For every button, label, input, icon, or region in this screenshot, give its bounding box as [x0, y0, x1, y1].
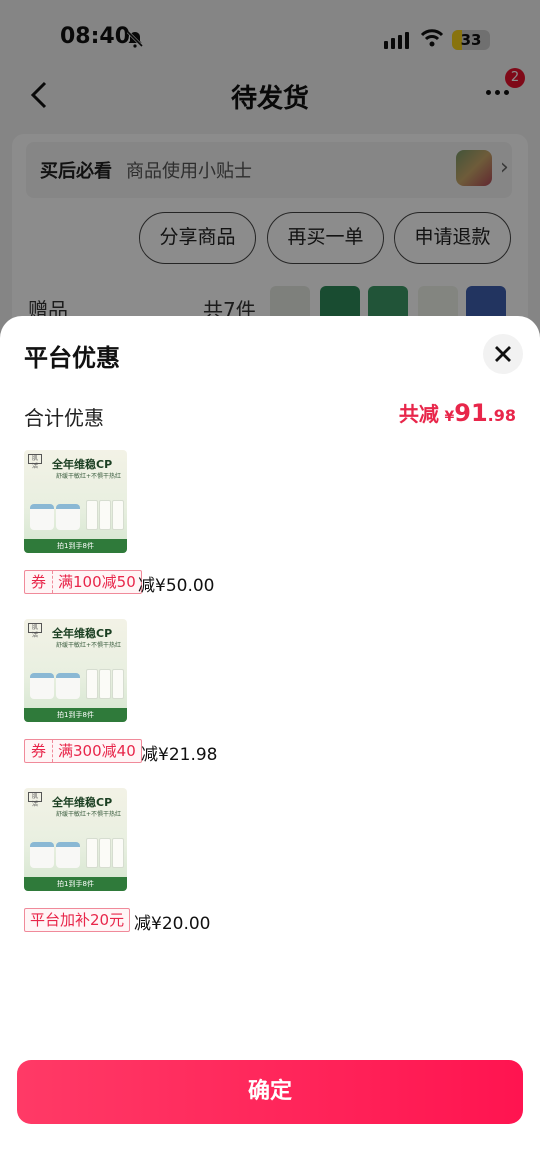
- coupon-tag: 券 满100减50: [24, 570, 142, 594]
- product-headline: 全年维稳CP: [52, 458, 113, 471]
- product-subline: 舒缓干敏红+不惧干热红: [56, 473, 122, 480]
- close-icon: [495, 346, 511, 362]
- discount-sheet: 平台优惠 合计优惠 共减 ¥91.98 肌 活 全年维稳CP 舒缓干敏红+不惧干…: [0, 316, 540, 1173]
- total-integer: 91: [454, 399, 488, 427]
- total-prefix: 共减: [398, 402, 439, 426]
- coupon-rule: 满300减40: [58, 742, 136, 760]
- product-ribbon: 拍1到手8件: [24, 708, 127, 722]
- coupon-type: 券: [25, 740, 54, 762]
- product-image[interactable]: 肌 活 全年维稳CP 舒缓干敏红+不惧干热红 拍1到手8件: [24, 788, 127, 891]
- discount-item: 肌 活 全年维稳CP 舒缓干敏红+不惧干热红 拍1到手8件 平台加补20元 减¥…: [24, 788, 514, 938]
- product-subline: 舒缓干敏红+不惧干热红: [56, 642, 122, 649]
- product-image[interactable]: 肌 活 全年维稳CP 舒缓干敏红+不惧干热红 拍1到手8件: [24, 619, 127, 722]
- product-image[interactable]: 肌 活 全年维稳CP 舒缓干敏红+不惧干热红 拍1到手8件: [24, 450, 127, 553]
- discount-amount: 减¥20.00: [134, 914, 211, 934]
- total-discount: 共减 ¥91.98: [399, 398, 516, 427]
- currency-symbol: ¥: [444, 409, 455, 425]
- total-decimal: .98: [487, 406, 516, 425]
- product-headline: 全年维稳CP: [52, 796, 113, 809]
- close-button[interactable]: [483, 334, 523, 374]
- brand-logo: 肌 活: [28, 454, 42, 470]
- brand-logo: 肌 活: [28, 792, 42, 808]
- product-ribbon: 拍1到手8件: [24, 877, 127, 891]
- platform-subsidy-tag: 平台加补20元: [24, 908, 131, 932]
- discount-amount: 减¥50.00: [138, 576, 215, 596]
- product-ribbon: 拍1到手8件: [24, 539, 127, 553]
- discount-amount: 减¥21.98: [141, 745, 218, 765]
- coupon-type: 券: [25, 571, 54, 593]
- product-subline: 舒缓干敏红+不惧干热红: [56, 811, 122, 818]
- sheet-title: 平台优惠: [24, 344, 120, 372]
- coupon-tag: 券 满300减40: [24, 739, 142, 763]
- brand-logo: 肌 活: [28, 623, 42, 639]
- confirm-button[interactable]: 确定: [17, 1060, 523, 1124]
- coupon-rule: 满100减50: [58, 573, 136, 591]
- total-label: 合计优惠: [24, 406, 104, 430]
- product-headline: 全年维稳CP: [52, 627, 113, 640]
- discount-item: 肌 活 全年维稳CP 舒缓干敏红+不惧干热红 拍1到手8件 券 满100减50 …: [24, 450, 514, 600]
- discount-item: 肌 活 全年维稳CP 舒缓干敏红+不惧干热红 拍1到手8件 券 满300减40 …: [24, 619, 514, 769]
